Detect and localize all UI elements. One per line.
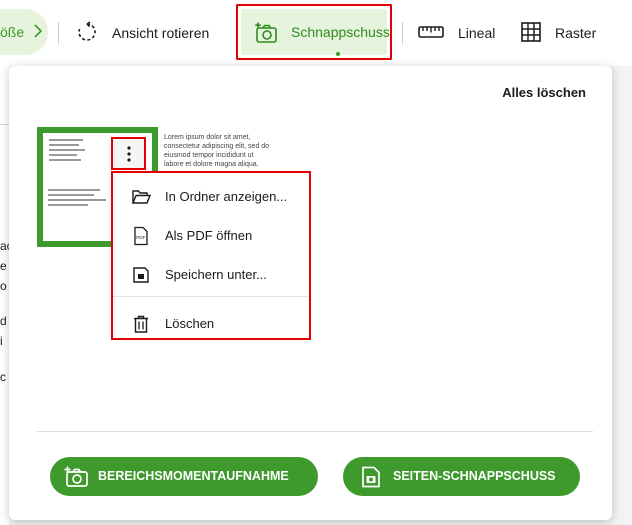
menu-item-label: Als PDF öffnen xyxy=(165,228,253,243)
app-window: öße Ansicht rotieren Schnappschuss Linea… xyxy=(0,0,632,525)
area-snapshot-label: BEREICHSMOMENTAUFNAHME xyxy=(98,469,289,483)
menu-item-show-in-folder[interactable]: In Ordner anzeigen... xyxy=(113,177,309,215)
toolbar-prev-item-label: öße xyxy=(0,24,25,40)
menu-item-delete[interactable]: Löschen xyxy=(113,304,309,342)
document-text: c xyxy=(0,370,6,384)
menu-item-label: Löschen xyxy=(165,316,215,331)
rotate-view-button[interactable]: Ansicht rotieren xyxy=(76,10,209,56)
ruler-label: Lineal xyxy=(458,25,496,41)
active-indicator-dot xyxy=(336,52,340,56)
folder-open-icon xyxy=(131,187,152,207)
thumbnail-preview-text: Lorem ipsum dolor sit amet, consectetur … xyxy=(164,134,270,168)
page-snapshot-button[interactable]: SEITEN-SCHNAPPSCHUSS xyxy=(343,457,580,496)
rotate-view-label: Ansicht rotieren xyxy=(112,25,210,41)
document-divider xyxy=(0,124,9,125)
document-text: o xyxy=(0,279,7,293)
document-text: d xyxy=(0,314,7,328)
menu-item-open-as-pdf[interactable]: PDF Als PDF öffnen xyxy=(113,216,309,254)
page-camera-icon xyxy=(361,466,381,491)
camera-add-icon xyxy=(63,466,89,491)
top-toolbar: öße Ansicht rotieren Schnappschuss Linea… xyxy=(0,0,632,66)
ruler-icon xyxy=(418,25,444,42)
grid-icon xyxy=(521,21,541,45)
toolbar-separator xyxy=(402,22,403,44)
toolbar-prev-item[interactable]: öße xyxy=(0,9,48,55)
grid-label: Raster xyxy=(555,25,597,41)
rotate-icon xyxy=(76,20,98,46)
thumbnail-text-preview xyxy=(48,189,108,209)
pdf-file-icon: PDF xyxy=(131,226,151,246)
snapshot-context-menu: In Ordner anzeigen... PDF Als PDF öffnen xyxy=(111,171,311,340)
trash-icon xyxy=(131,314,151,334)
clear-all-button[interactable]: Alles löschen xyxy=(502,85,586,100)
area-snapshot-button[interactable]: BEREICHSMOMENTAUFNAHME xyxy=(50,457,318,496)
save-disk-icon xyxy=(131,265,151,285)
grid-button[interactable]: Raster xyxy=(521,10,596,56)
toolbar-separator xyxy=(58,22,59,44)
menu-item-label: Speichern unter... xyxy=(165,267,267,282)
document-text: e xyxy=(0,259,7,273)
snapshot-label: Schnappschuss xyxy=(291,24,390,40)
snapshot-button[interactable]: Schnappschuss xyxy=(236,4,392,60)
ruler-button[interactable]: Lineal xyxy=(418,10,495,56)
panel-divider xyxy=(37,431,593,432)
snapshot-button-highlight: Schnappschuss xyxy=(241,9,390,56)
page-snapshot-label: SEITEN-SCHNAPPSCHUSS xyxy=(393,469,556,483)
snapshot-panel: Alles löschen Lorem ipsum dolor sit amet… xyxy=(9,66,612,520)
snapshot-more-options-button[interactable] xyxy=(111,137,146,170)
menu-item-save-as[interactable]: Speichern unter... xyxy=(113,255,309,293)
camera-add-icon xyxy=(254,22,278,47)
menu-separator xyxy=(113,296,309,297)
background-document: ac e o d i c xyxy=(0,66,9,525)
menu-item-label: In Ordner anzeigen... xyxy=(165,189,288,204)
document-text: i xyxy=(0,334,3,348)
chevron-right-icon xyxy=(33,23,43,42)
svg-text:PDF: PDF xyxy=(136,235,145,240)
thumbnail-text-preview xyxy=(49,139,89,164)
document-text: ac xyxy=(0,239,9,253)
more-vertical-icon xyxy=(127,146,131,167)
